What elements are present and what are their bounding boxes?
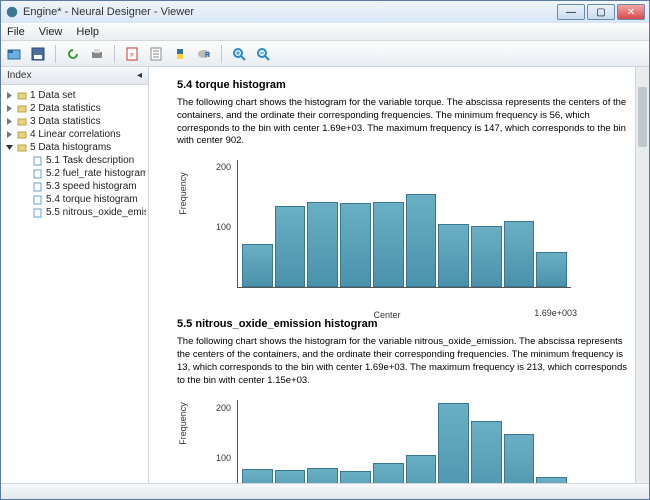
ytick: 200 (216, 162, 231, 172)
bar (242, 469, 273, 483)
tree-item[interactable]: 1 Data set (3, 89, 146, 102)
export-r-button[interactable]: R (195, 45, 213, 63)
tree-child[interactable]: 5.1 Task description (3, 154, 146, 167)
bar (504, 434, 535, 483)
app-icon (5, 5, 19, 19)
export-python-button[interactable] (171, 45, 189, 63)
print-button[interactable] (88, 45, 106, 63)
tree-label: 5.4 torque histogram (46, 194, 138, 205)
tree-child[interactable]: 5.5 nitrous_oxide_emission histog... (3, 206, 146, 219)
bar (438, 403, 469, 483)
page-icon (33, 156, 43, 166)
tree-item[interactable]: 3 Data statistics (3, 115, 146, 128)
tree-item[interactable]: 2 Data statistics (3, 102, 146, 115)
save-button[interactable] (29, 45, 47, 63)
tree-child[interactable]: 5.2 fuel_rate histogram (3, 167, 146, 180)
export-pdf-button[interactable]: P (123, 45, 141, 63)
bar (275, 470, 306, 483)
bar (536, 477, 567, 483)
scroll-thumb[interactable] (638, 87, 647, 147)
tree-label: 5 Data histograms (30, 142, 111, 153)
tree-label: 2 Data statistics (30, 103, 101, 114)
tree-label: 5.2 fuel_rate histogram (46, 168, 146, 179)
bar (340, 471, 371, 483)
scrollbar[interactable] (635, 67, 649, 483)
tree-child[interactable]: 5.4 torque histogram (3, 193, 146, 206)
section-body: The following chart shows the histogram … (177, 97, 633, 148)
minimize-button[interactable]: — (557, 4, 585, 20)
menubar: File View Help (1, 23, 649, 41)
sidebar-title: Index (7, 70, 31, 81)
bar (536, 252, 567, 288)
section-heading: 5.4 torque histogram (177, 79, 633, 91)
bar (242, 244, 273, 287)
tree-label: 5.3 speed histogram (46, 181, 137, 192)
toolbar: P R (1, 41, 649, 67)
zoom-out-button[interactable] (254, 45, 272, 63)
tree: 1 Data set 2 Data statistics 3 Data stat… (1, 85, 148, 483)
menu-file[interactable]: File (7, 26, 25, 38)
tree-label: 5.5 nitrous_oxide_emission histog... (46, 207, 146, 218)
bar (307, 468, 338, 483)
close-button[interactable]: ✕ (617, 4, 645, 20)
tree-item[interactable]: 4 Linear correlations (3, 128, 146, 141)
svg-text:R: R (205, 52, 210, 59)
bar (406, 194, 437, 287)
folder-icon (17, 91, 27, 101)
collapse-icon (5, 143, 14, 152)
tree-label: 1 Data set (30, 90, 76, 101)
bar (373, 202, 404, 288)
tree-label: 3 Data statistics (30, 116, 101, 127)
ytick: 100 (216, 453, 231, 463)
menu-view[interactable]: View (39, 26, 63, 38)
statusbar (1, 483, 649, 499)
bar (504, 221, 535, 287)
bar (373, 463, 404, 483)
menu-help[interactable]: Help (76, 26, 99, 38)
tree-label: 4 Linear correlations (30, 129, 121, 140)
sidebar: Index ◂ 1 Data set 2 Data statistics 3 D… (1, 67, 149, 483)
chart-nitrous: Frequency 200 100 (197, 396, 577, 484)
ytick: 200 (216, 403, 231, 413)
expand-icon (5, 91, 14, 100)
ytick: 100 (216, 222, 231, 232)
export-data-button[interactable] (147, 45, 165, 63)
plot-area (237, 160, 571, 288)
titlebar: Engine* - Neural Designer - Viewer — ▢ ✕ (1, 1, 649, 23)
bar (471, 226, 502, 287)
chart-ylabel: Frequency (178, 172, 188, 215)
tree-label: 5.1 Task description (46, 155, 134, 166)
section-body: The following chart shows the histogram … (177, 336, 633, 387)
content-pane: 5.4 torque histogram The following chart… (149, 67, 649, 483)
window-title: Engine* - Neural Designer - Viewer (23, 6, 557, 18)
zoom-in-button[interactable] (230, 45, 248, 63)
bar (406, 455, 437, 483)
section-heading: 5.5 nitrous_oxide_emission histogram (177, 318, 633, 330)
maximize-button[interactable]: ▢ (587, 4, 615, 20)
plot-area (237, 400, 571, 484)
chart-xlabel: Center (373, 310, 400, 320)
chart-torque: Frequency Center 200 100 1.69e+003 (197, 156, 577, 306)
open-button[interactable] (5, 45, 23, 63)
sidebar-header: Index ◂ (1, 67, 148, 85)
bar (275, 206, 306, 287)
tree-item-expanded[interactable]: 5 Data histograms (3, 141, 146, 154)
sidebar-collapse-icon[interactable]: ◂ (137, 70, 142, 81)
tree-child[interactable]: 5.3 speed histogram (3, 180, 146, 193)
bar (340, 203, 371, 287)
bar (307, 202, 338, 288)
refresh-button[interactable] (64, 45, 82, 63)
bar (438, 224, 469, 287)
bar (471, 421, 502, 483)
chart-ylabel: Frequency (178, 402, 188, 445)
xtick-max: 1.69e+003 (534, 308, 577, 318)
